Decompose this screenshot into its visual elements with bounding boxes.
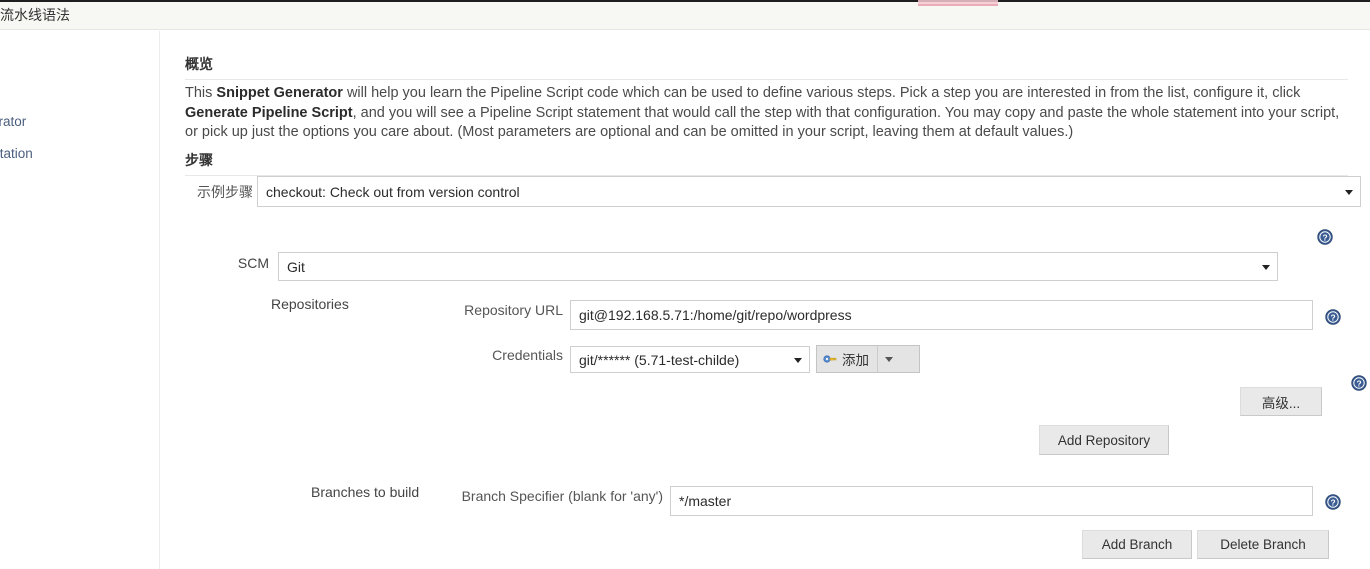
sample-step-select[interactable]: checkout: Check out from version control [257, 176, 1361, 207]
svg-text:?: ? [1356, 379, 1361, 389]
help-icon-branch-specifier[interactable]: ? [1325, 494, 1341, 510]
advanced-button[interactable]: 高级... [1240, 387, 1322, 416]
scm-label: SCM [237, 255, 269, 271]
add-credentials-label-wrap: 添加 [817, 346, 878, 372]
delete-branch-button[interactable]: Delete Branch [1197, 530, 1329, 559]
branch-specifier-value: */master [679, 493, 732, 509]
branches-to-build-label: Branches to build [311, 484, 420, 500]
sample-step-value: checkout: Check out from version control [266, 183, 520, 200]
paragraph-text-2: will help you learn the Pipeline Script … [342, 85, 1301, 101]
svg-text:?: ? [1330, 498, 1335, 508]
add-credentials-dropdown-toggle[interactable] [878, 346, 900, 372]
help-icon-scm[interactable]: ? [1317, 229, 1333, 245]
add-credentials-button[interactable]: 添加 [816, 345, 920, 373]
branch-specifier-label: Branch Specifier (blank for 'any') [461, 488, 663, 504]
repository-url-label: Repository URL [464, 302, 563, 318]
overview-heading: 概览 [185, 56, 213, 72]
help-icon-advanced[interactable]: ? [1351, 375, 1367, 391]
paragraph-bold-generate-pipeline-script: Generate Pipeline Script [185, 104, 353, 121]
top-notification-sliver [918, 0, 998, 6]
chevron-down-icon [1262, 264, 1270, 270]
credentials-select[interactable]: git/****** (5.71-test-childe) [570, 346, 810, 373]
repositories-label: Repositories [271, 296, 349, 312]
repository-url-input[interactable]: git@192.168.5.71:/home/git/repo/wordpres… [570, 300, 1313, 330]
scm-select[interactable]: Git [278, 252, 1278, 281]
key-icon [823, 355, 837, 363]
main-content: 概览 This Snippet Generator will help you … [161, 31, 1370, 569]
paragraph-bold-snippet-generator: Snippet Generator [216, 85, 343, 101]
sample-step-label: 示例步骤 [197, 184, 253, 200]
scm-value: Git [287, 258, 305, 275]
chevron-down-icon [1345, 189, 1353, 195]
sidebar-item-documentation[interactable]: umentation [0, 146, 33, 162]
top-bar: 流水线语法 [0, 0, 1370, 30]
branch-specifier-input[interactable]: */master [670, 486, 1313, 516]
paragraph-text-1: This [185, 85, 217, 101]
sidebar-item-snippet-generator[interactable]: enerator [0, 114, 26, 130]
overview-paragraph: This Snippet Generator will help you lea… [185, 84, 1348, 143]
credentials-label: Credentials [492, 347, 563, 363]
repository-url-value: git@192.168.5.71:/home/git/repo/wordpres… [579, 307, 852, 323]
page-title: 流水线语法 [0, 7, 70, 23]
steps-heading: 步骤 [185, 152, 213, 168]
page-root: 流水线语法 enerator umentation 概览 This Snippe… [0, 0, 1370, 569]
chevron-down-icon [794, 357, 802, 363]
sidebar: enerator umentation [0, 31, 160, 569]
svg-text:?: ? [1330, 313, 1335, 323]
help-icon-repository-url[interactable]: ? [1325, 309, 1341, 325]
chevron-down-icon [885, 356, 893, 362]
add-repository-button[interactable]: Add Repository [1039, 425, 1169, 455]
add-branch-button[interactable]: Add Branch [1082, 530, 1192, 559]
top-bar-dark-edge [0, 0, 1370, 2]
credentials-value: git/****** (5.71-test-childe) [579, 351, 740, 368]
svg-text:?: ? [1322, 233, 1327, 243]
paragraph-text-3: , and you will see a Pipeline Script sta… [185, 104, 1340, 141]
add-credentials-label: 添加 [842, 353, 869, 368]
overview-divider [185, 79, 1348, 80]
